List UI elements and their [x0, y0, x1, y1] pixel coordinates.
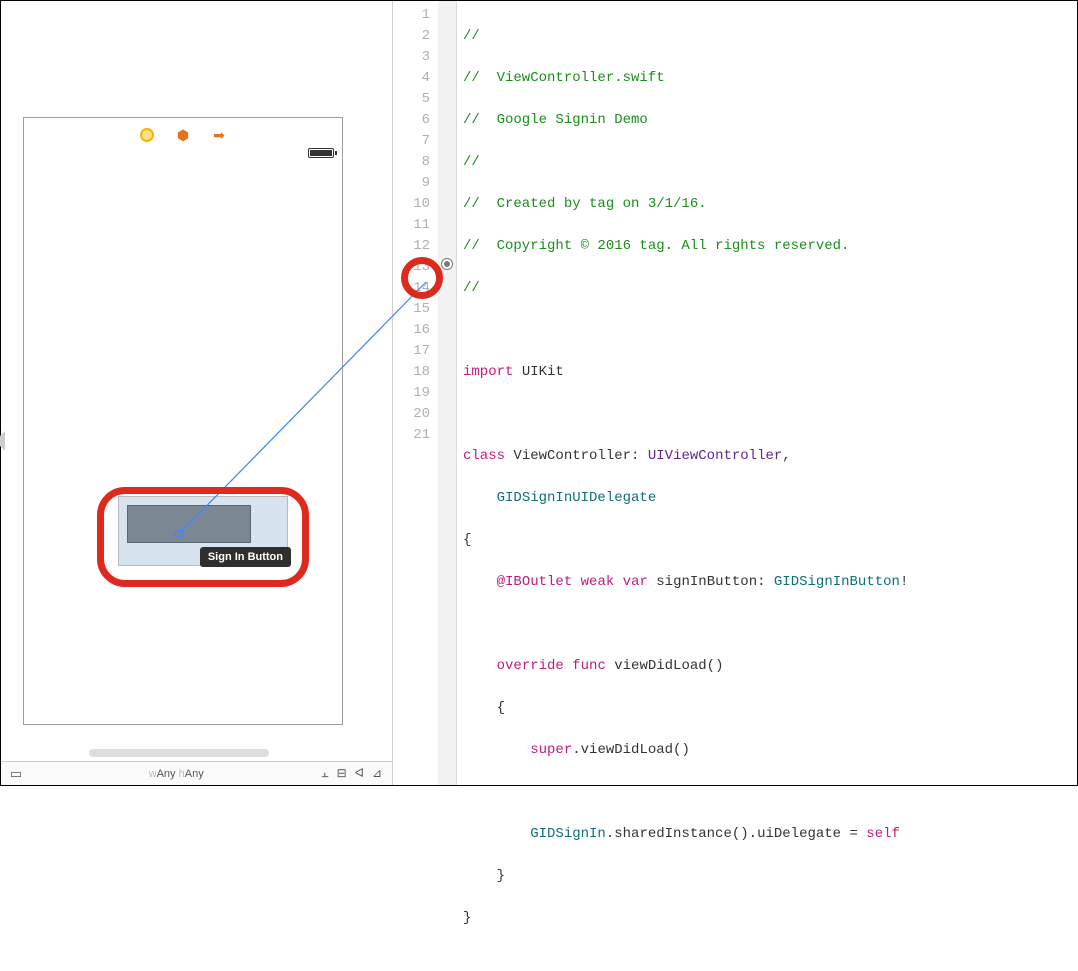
code-punct: ,	[782, 448, 790, 464]
code-indent	[463, 826, 530, 842]
code-type: GIDSignInButton	[774, 574, 900, 590]
code-type: UIViewController	[648, 448, 782, 464]
editor-ribbon	[439, 1, 457, 785]
code-comment: // Google Signin Demo	[463, 112, 648, 128]
signin-button-view[interactable]: Sign In Button	[118, 496, 288, 566]
signin-button-inner	[127, 505, 251, 543]
code-keyword: class	[463, 448, 505, 464]
source-editor[interactable]: 1234567 891011121314 15161718192021 // /…	[393, 1, 1077, 785]
code-comment: //	[463, 280, 480, 296]
code-brace: }	[463, 868, 505, 884]
code-type: GIDSignInUIDelegate	[497, 490, 657, 506]
files-owner-icon[interactable]	[139, 127, 155, 143]
code-area[interactable]: // // ViewController.swift // Google Sig…	[457, 1, 908, 785]
code-brace: {	[463, 532, 471, 548]
exit-icon[interactable]: ➡	[211, 127, 227, 143]
code-indent	[463, 574, 497, 590]
battery-icon	[308, 148, 334, 158]
code-keyword: var	[623, 574, 648, 590]
code-identifier: ViewController:	[513, 448, 639, 464]
code-keyword: weak	[581, 574, 615, 590]
code-comment: //	[463, 154, 480, 170]
canvas-bottom-bar: ▭ wAny hAny ⫠ ⊟ ᐊ ⊿	[1, 761, 392, 785]
line-number-gutter: 1234567 891011121314 15161718192021	[393, 1, 439, 785]
code-brace: }	[463, 910, 471, 926]
size-class-control[interactable]: wAny hAny	[31, 768, 321, 780]
code-keyword: self	[866, 826, 900, 842]
code-identifier: viewDidLoad()	[614, 658, 723, 674]
resolve-tool-icon[interactable]: ᐊ	[355, 766, 364, 781]
scene-back-arrow-icon[interactable]	[0, 431, 5, 451]
element-tooltip: Sign In Button	[200, 547, 291, 567]
pin-tool-icon[interactable]: ⊟	[337, 766, 347, 781]
code-comment: // ViewController.swift	[463, 70, 665, 86]
horizontal-scrollbar[interactable]	[89, 749, 269, 757]
code-indent	[463, 490, 497, 506]
code-keyword: super	[530, 742, 572, 758]
storyboard-canvas[interactable]: ⬢ ➡ Sign In Button	[23, 117, 343, 725]
code-brace: {	[463, 700, 505, 716]
code-keyword: import	[463, 364, 513, 380]
code-punct: !	[900, 574, 908, 590]
code-call: .viewDidLoad()	[572, 742, 690, 758]
align-tool-icon[interactable]: ⫠	[321, 766, 328, 781]
code-identifier: signInButton:	[656, 574, 765, 590]
scene-dock: ⬢ ➡	[24, 122, 342, 148]
code-attribute: @IBOutlet	[497, 574, 573, 590]
code-indent	[463, 742, 530, 758]
code-module: UIKit	[522, 364, 564, 380]
document-outline-toggle-icon[interactable]: ▭	[1, 766, 31, 782]
code-comment: // Created by tag on 3/1/16.	[463, 196, 707, 212]
code-comment: //	[463, 28, 480, 44]
code-keyword: override	[497, 658, 564, 674]
code-keyword: func	[572, 658, 606, 674]
first-responder-icon[interactable]: ⬢	[175, 127, 191, 143]
code-comment: // Copyright © 2016 tag. All rights rese…	[463, 238, 849, 254]
resize-tool-icon[interactable]: ⊿	[372, 766, 382, 781]
code-call: .sharedInstance().uiDelegate =	[606, 826, 866, 842]
code-indent	[463, 658, 497, 674]
code-type: GIDSignIn	[530, 826, 606, 842]
interface-builder-panel[interactable]: ⬢ ➡ Sign In Button ▭ wAny hAny ⫠ ⊟ ᐊ ⊿	[1, 1, 393, 785]
outlet-connection-dot-icon[interactable]	[441, 258, 453, 270]
